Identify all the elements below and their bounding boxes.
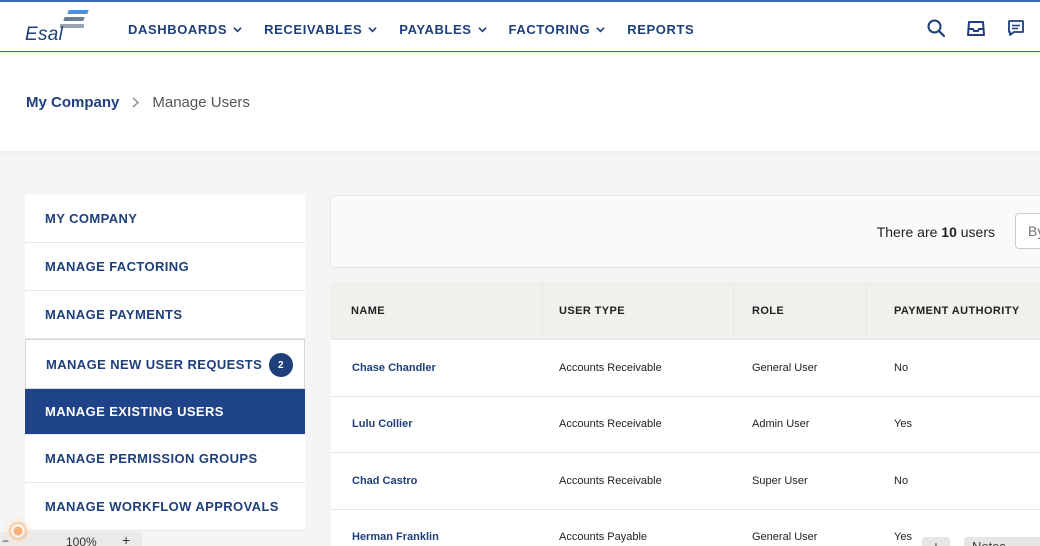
logo-stripe bbox=[60, 24, 84, 28]
user-name-link[interactable]: Herman Franklin bbox=[331, 510, 543, 546]
zoom-level: 100% bbox=[66, 535, 97, 546]
role-cell: General User bbox=[752, 361, 818, 374]
breadcrumb-band: My Company Manage Users bbox=[0, 53, 1040, 151]
chevron-down-icon bbox=[477, 27, 487, 33]
nav-label: DASHBOARDS bbox=[128, 22, 228, 37]
sidebar-item-label: MY COMPANY bbox=[45, 211, 138, 226]
esal-logo[interactable]: Esal bbox=[24, 10, 94, 46]
logo-stripe bbox=[67, 10, 89, 14]
user-type-cell: Accounts Receivable bbox=[559, 418, 662, 431]
payment-authority-cell: Yes bbox=[894, 418, 912, 431]
table-row: Herman Franklin Accounts Payable General… bbox=[331, 509, 1040, 546]
sidebar-item-manage-workflow-approvals[interactable]: MANAGE WORKFLOW APPROVALS bbox=[25, 483, 305, 531]
settings-sidebar: MY COMPANY MANAGE FACTORING MANAGE PAYME… bbox=[25, 195, 305, 531]
count-badge: 2 bbox=[269, 353, 293, 377]
touch-indicator-icon bbox=[4, 517, 32, 545]
row-actions: + Notes bbox=[921, 519, 1040, 546]
nav-label: RECEIVABLES bbox=[264, 22, 363, 37]
chevron-down-icon bbox=[596, 27, 605, 33]
breadcrumb-my-company[interactable]: My Company bbox=[26, 94, 119, 111]
chevron-down-icon bbox=[233, 27, 242, 33]
sidebar-item-label: MANAGE PERMISSION GROUPS bbox=[45, 451, 258, 466]
breadcrumb: My Company Manage Users bbox=[26, 94, 250, 111]
user-count-suffix: users bbox=[960, 224, 995, 240]
sidebar-item-manage-payments[interactable]: MANAGE PAYMENTS bbox=[25, 291, 305, 339]
sidebar-item-manage-existing-users[interactable]: MANAGE EXISTING USERS bbox=[25, 389, 305, 435]
zoom-in-button[interactable]: + bbox=[122, 532, 130, 546]
column-header-payment-authority[interactable]: PAYMENT AUTHORITY bbox=[867, 282, 1040, 339]
sidebar-item-label: MANAGE FACTORING bbox=[45, 259, 190, 274]
table-row: Lulu Collier Accounts Receivable Admin U… bbox=[331, 396, 1040, 453]
header-actions bbox=[906, 18, 1026, 38]
sidebar-item-manage-permission-groups[interactable]: MANAGE PERMISSION GROUPS bbox=[25, 435, 305, 483]
payment-authority-cell: No bbox=[894, 474, 909, 487]
logo-stripe bbox=[63, 17, 85, 21]
payment-authority-cell: No bbox=[894, 361, 909, 374]
sidebar-item-label: MANAGE PAYMENTS bbox=[45, 307, 183, 322]
role-cell: General User bbox=[752, 531, 818, 544]
nav-label: PAYABLES bbox=[399, 22, 472, 37]
table-row: Chad Castro Accounts Receivable Super Us… bbox=[331, 453, 1040, 510]
nav-label: REPORTS bbox=[627, 22, 695, 37]
chevron-down-icon bbox=[368, 27, 377, 33]
role-cell: Super User bbox=[752, 474, 808, 487]
nav-payables[interactable]: PAYABLES bbox=[399, 22, 487, 37]
chat-icon[interactable] bbox=[1006, 18, 1026, 38]
role-cell: Admin User bbox=[752, 418, 810, 431]
add-button[interactable]: + bbox=[921, 537, 950, 546]
user-type-cell: Accounts Receivable bbox=[559, 474, 662, 487]
sidebar-item-label: MANAGE EXISTING USERS bbox=[45, 404, 224, 419]
notes-button[interactable]: Notes bbox=[963, 537, 1040, 546]
sidebar-item-manage-new-user-requests[interactable]: MANAGE NEW USER REQUESTS 2 bbox=[25, 339, 305, 389]
user-count-prefix: There are bbox=[876, 224, 938, 240]
search-icon[interactable] bbox=[926, 18, 946, 38]
top-navigation-bar: Esal DASHBOARDS RECEIVABLES PAYABLES FAC… bbox=[0, 0, 1040, 52]
nav-dashboards[interactable]: DASHBOARDS bbox=[128, 22, 242, 37]
user-type-cell: Accounts Receivable bbox=[559, 361, 662, 374]
column-header-role[interactable]: ROLE bbox=[734, 282, 867, 339]
nav-receivables[interactable]: RECEIVABLES bbox=[264, 22, 377, 37]
sidebar-item-my-company[interactable]: MY COMPANY bbox=[25, 195, 305, 243]
sidebar-item-label: MANAGE WORKFLOW APPROVALS bbox=[45, 499, 279, 514]
user-name-link[interactable]: Chad Castro bbox=[331, 453, 543, 509]
user-name-link[interactable]: Chase Chandler bbox=[331, 340, 543, 396]
user-count-number: 10 bbox=[941, 224, 957, 240]
table-header: NAME USER TYPE ROLE PAYMENT AUTHORITY bbox=[331, 282, 1040, 340]
users-table: NAME USER TYPE ROLE PAYMENT AUTHORITY Ch… bbox=[331, 282, 1040, 546]
column-header-name[interactable]: NAME bbox=[331, 282, 543, 339]
nav-reports[interactable]: REPORTS bbox=[627, 22, 694, 37]
table-row: Chase Chandler Accounts Receivable Gener… bbox=[331, 340, 1040, 397]
breadcrumb-current-page: Manage Users bbox=[152, 94, 250, 111]
payment-authority-cell: Yes + Notes bbox=[867, 510, 1040, 546]
user-name-link[interactable]: Lulu Collier bbox=[331, 397, 543, 453]
nav-label: FACTORING bbox=[508, 22, 591, 37]
sidebar-item-label: MANAGE NEW USER REQUESTS bbox=[46, 356, 263, 372]
chevron-right-icon bbox=[132, 97, 140, 108]
column-header-user-type[interactable]: USER TYPE bbox=[543, 282, 734, 339]
inbox-icon[interactable] bbox=[966, 18, 986, 38]
nav-factoring[interactable]: FACTORING bbox=[509, 22, 606, 37]
user-search-input[interactable] bbox=[1015, 213, 1040, 249]
sidebar-item-manage-factoring[interactable]: MANAGE FACTORING bbox=[25, 243, 305, 291]
user-count-text: There are 10 users bbox=[877, 224, 995, 240]
logo-text: Esal bbox=[25, 24, 64, 45]
payment-authority-value: Yes bbox=[894, 531, 912, 544]
user-count-panel: There are 10 users bbox=[330, 195, 1040, 268]
user-type-cell: Accounts Payable bbox=[559, 531, 648, 544]
main-nav: DASHBOARDS RECEIVABLES PAYABLES FACTORIN… bbox=[128, 22, 716, 37]
